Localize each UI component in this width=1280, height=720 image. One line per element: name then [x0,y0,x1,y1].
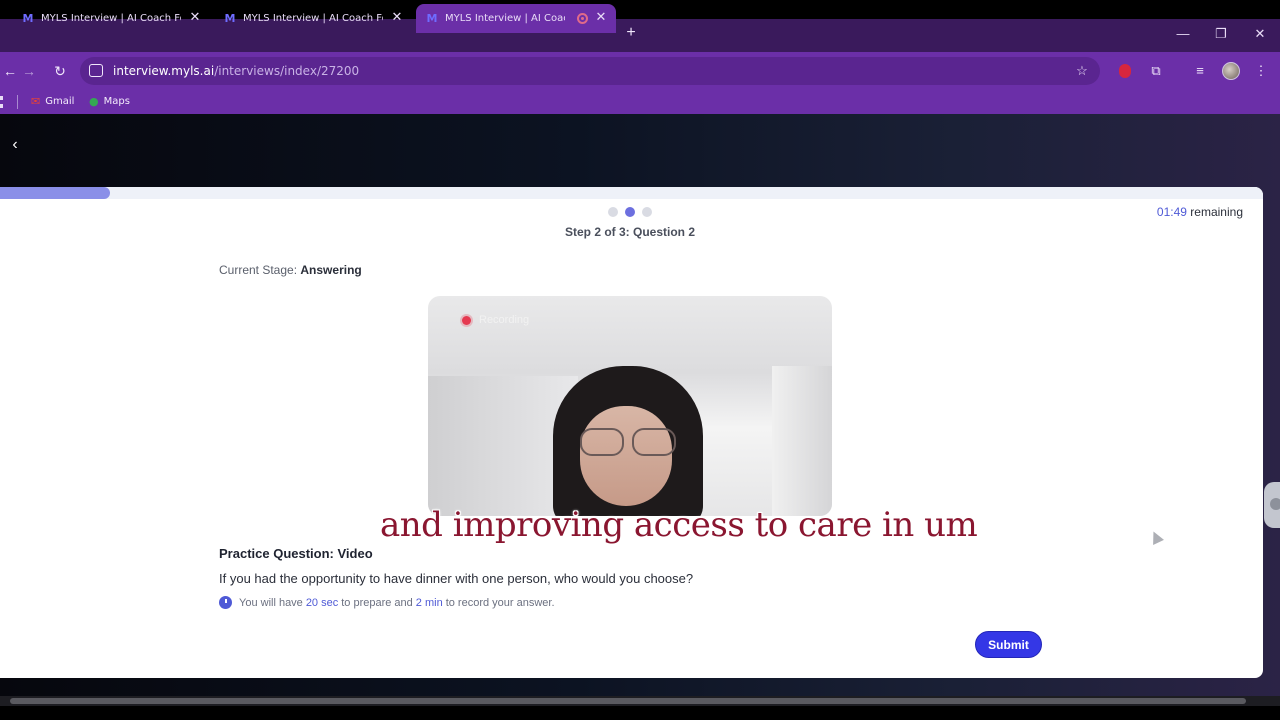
time-info: You will have 20 sec to prepare and 2 mi… [219,596,555,609]
close-tab-icon[interactable]: ✕ [594,11,608,25]
site-info-icon[interactable] [89,64,103,77]
menu-kebab-icon[interactable]: ⋮ [1252,62,1270,80]
back-arrow-icon[interactable]: ← [0,61,20,81]
stage-prefix: Current Stage: [219,263,298,277]
extensions-puzzle-icon[interactable]: ⧉ [1147,62,1165,80]
progress-fill [0,187,110,199]
media-control-icon[interactable]: ≡ [1191,62,1209,80]
step-label: Step 2 of 3: Question 2 [564,225,696,239]
page-back-chevron-icon[interactable]: ‹ [6,136,24,154]
myls-logo-icon: M [426,11,438,25]
submit-button[interactable]: Submit [975,631,1042,658]
close-tab-icon[interactable]: ✕ [390,11,404,25]
new-tab-button[interactable]: + [622,24,640,42]
tab-title: MYLS Interview | AI Coach I [445,13,565,24]
url-path: /interviews/index/27200 [214,64,360,78]
bookmark-star-icon[interactable]: ☆ [1073,62,1091,80]
bookmarks-separator [17,95,18,109]
close-window-icon[interactable]: ✕ [1250,24,1270,44]
step-dot [625,207,635,217]
glasses [578,428,678,458]
info-text-1: You will have [239,596,303,609]
step-dots [608,207,652,217]
video-background [772,366,832,516]
bookmarks-bar [0,90,1280,114]
side-panel-handle[interactable] [1264,482,1280,528]
bookmark-maps[interactable]: ● Maps [89,95,130,108]
question-title: Practice Question: Video [219,546,373,561]
bookmark-label: Maps [103,96,130,107]
time-remaining: 01:49 remaining [1157,205,1243,219]
scrollbar-thumb[interactable] [10,698,1246,704]
apps-grid-icon[interactable] [0,96,5,108]
question-text: If you had the opportunity to have dinne… [219,571,694,586]
webcam-preview [428,296,832,516]
info-text-2: to prepare and [341,596,413,609]
letterbox-bottom [0,706,1280,720]
bookmark-label: Gmail [45,96,75,107]
record-time: 2 min [415,596,443,609]
browser-tab-2[interactable]: M MYLS Interview | AI Coach For I ✕ [212,4,412,33]
reload-icon[interactable]: ↻ [50,61,70,81]
tab-title: MYLS Interview | AI Coach For I [41,13,181,24]
info-text-3: to record your answer. [445,596,555,609]
myls-logo-icon: M [224,11,236,25]
bookmark-gmail[interactable]: ✉ Gmail [31,95,74,108]
url-domain: interview.myls.ai [113,64,215,78]
clock-icon [219,596,232,609]
maps-icon: ● [89,95,99,108]
browser-tab-1[interactable]: M MYLS Interview | AI Coach For I ✕ [0,4,210,33]
gmail-icon: ✉ [31,95,41,108]
stage-value: Answering [300,263,362,277]
tab-title: MYLS Interview | AI Coach For I [243,13,383,24]
video-caption: and improving access to care in um [380,505,978,545]
restore-icon[interactable]: ❐ [1211,24,1231,44]
minimize-icon[interactable]: — [1173,24,1193,44]
prep-time: 20 sec [305,596,339,609]
tab-recording-icon [577,13,588,24]
myls-logo-icon: M [22,11,34,25]
browser-tab-3-active[interactable]: M MYLS Interview | AI Coach I ✕ [416,4,616,33]
close-tab-icon[interactable]: ✕ [188,11,202,25]
recording-label: Recording [479,314,530,326]
url-text[interactable]: interview.myls.ai/interviews/index/27200 [113,64,359,78]
forward-arrow-icon[interactable]: → [19,61,39,81]
current-stage: Current Stage: Answering [219,263,362,277]
progress-track [0,187,1263,199]
extension-icon[interactable] [1119,64,1131,78]
profile-avatar[interactable] [1222,62,1240,80]
step-dot [608,207,618,217]
timer-value: 01:49 [1156,205,1187,219]
timer-suffix: remaining [1190,205,1243,219]
recording-dot-icon [462,315,471,325]
step-dot [642,207,652,217]
recording-indicator: Recording [462,314,529,326]
